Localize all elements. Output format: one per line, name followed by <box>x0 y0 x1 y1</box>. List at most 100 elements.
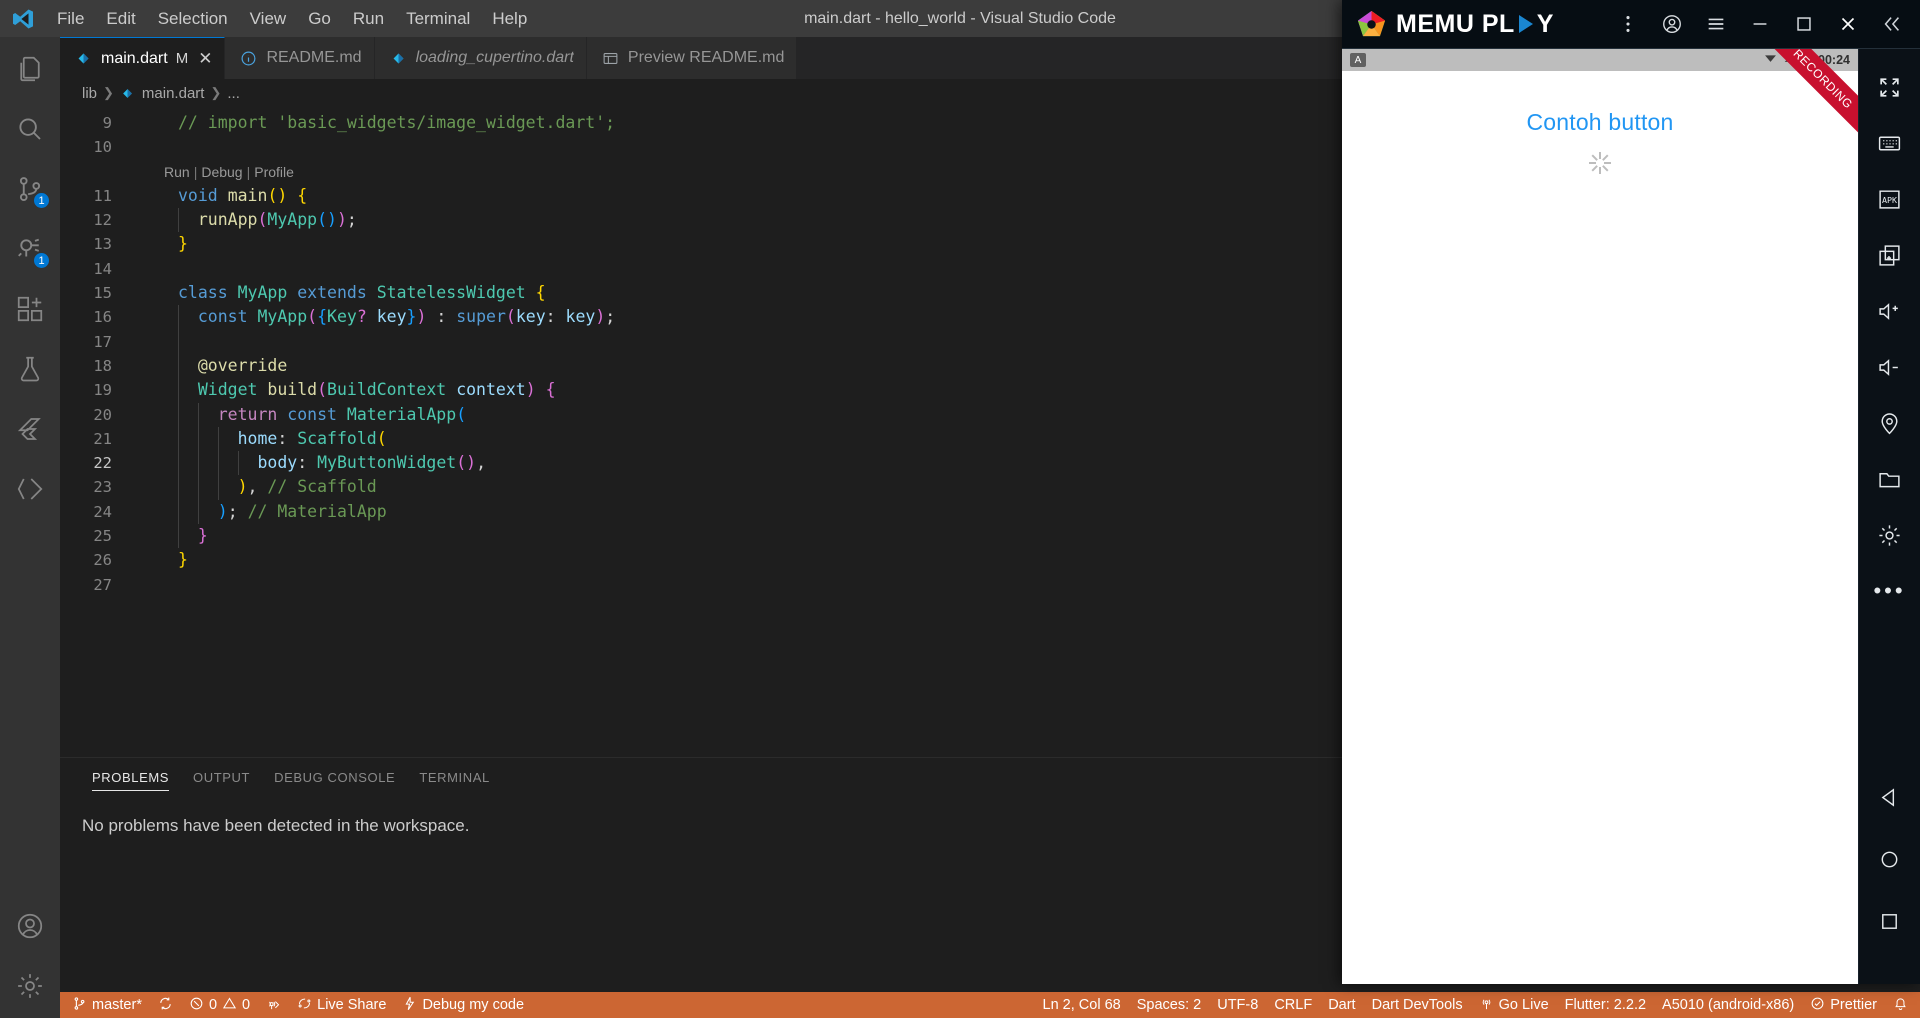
line-number: 27 <box>93 575 112 594</box>
account-icon[interactable] <box>1650 0 1694 49</box>
status-flutter-version[interactable]: Flutter: 2.2.2 <box>1557 992 1654 1018</box>
sidebar-item-run-and-debug[interactable]: 1 <box>0 221 60 281</box>
menu-help[interactable]: Help <box>481 5 538 33</box>
tab-readme-md[interactable]: README.md <box>225 37 375 79</box>
status-sync[interactable] <box>150 992 181 1018</box>
memu-pentagon-icon <box>1356 9 1387 40</box>
status-indentation[interactable]: Spaces: 2 <box>1129 992 1210 1018</box>
menu-go[interactable]: Go <box>297 5 342 33</box>
volume-up-icon[interactable] <box>1859 283 1920 339</box>
status-dart-devtools[interactable]: Dart DevTools <box>1364 992 1471 1018</box>
battery-icon <box>1800 51 1813 69</box>
debug-my-code-label: Debug my code <box>422 997 525 1013</box>
settings-gear-icon[interactable] <box>1859 507 1920 563</box>
menu-terminal[interactable]: Terminal <box>395 5 481 33</box>
menu-icon[interactable] <box>1694 0 1738 49</box>
sidebar-item-dart-devtools[interactable] <box>0 461 60 521</box>
close-icon[interactable]: ✕ <box>198 50 212 67</box>
status-debug-my-code[interactable]: Debug my code <box>394 992 532 1018</box>
tab-terminal[interactable]: TERMINAL <box>407 758 502 796</box>
menu-edit[interactable]: Edit <box>95 5 146 33</box>
status-problems[interactable]: 0 0 <box>181 992 258 1018</box>
memu-brand-suffix: Y <box>1536 9 1554 38</box>
manage-settings-button[interactable] <box>0 958 60 1018</box>
android-screen[interactable]: A 00:24 Contoh button RECORDING <box>1342 49 1858 984</box>
status-bar: master* 0 0 Live Share Debug my code Ln … <box>60 992 1920 1018</box>
code-line-text: Widget build(BuildContext context) { <box>197 380 556 400</box>
status-device[interactable]: A5010 (android-x86) <box>1654 992 1802 1018</box>
tab-output[interactable]: OUTPUT <box>181 758 262 796</box>
sidebar-item-search[interactable] <box>0 101 60 161</box>
multi-instance-icon[interactable] <box>1859 227 1920 283</box>
code-lens-run[interactable]: Run <box>164 160 190 184</box>
code-lens-separator: | <box>246 163 251 180</box>
tab-main-dart[interactable]: main.dart M ✕ <box>60 37 226 79</box>
minimize-icon[interactable] <box>1738 0 1782 49</box>
radio-tower-icon <box>266 996 281 1015</box>
volume-down-icon[interactable] <box>1859 339 1920 395</box>
menu-selection[interactable]: Selection <box>147 5 239 33</box>
line-number: 21 <box>93 429 112 448</box>
status-prettier[interactable]: Prettier <box>1802 992 1885 1018</box>
tab-debug-console[interactable]: DEBUG CONSOLE <box>262 758 407 796</box>
dart-devtools-icon <box>15 474 45 509</box>
sidebar-item-explorer[interactable] <box>0 41 60 101</box>
status-go-live[interactable]: Go Live <box>1471 992 1557 1018</box>
close-icon[interactable] <box>1826 0 1870 49</box>
fullscreen-icon[interactable] <box>1859 59 1920 115</box>
collapse-sidebar-icon[interactable] <box>1870 0 1914 49</box>
screen-root: File Edit Selection View Go Run Terminal… <box>0 0 1920 1018</box>
status-encoding[interactable]: UTF-8 <box>1209 992 1266 1018</box>
maximize-icon[interactable] <box>1782 0 1826 49</box>
breadcrumb-part-symbol[interactable]: ... <box>227 85 240 102</box>
sidebar-item-testing[interactable] <box>0 341 60 401</box>
memu-titlebar-buttons <box>1606 0 1914 49</box>
tab-preview-readme-md[interactable]: Preview README.md <box>586 37 798 79</box>
keyboard-icon[interactable] <box>1859 115 1920 171</box>
code-line-text: const MyApp({Key? key}) : super(key: key… <box>197 307 616 327</box>
info-icon <box>239 49 258 68</box>
more-vertical-icon[interactable] <box>1606 0 1650 49</box>
more-options-icon[interactable]: ••• <box>1859 563 1920 619</box>
status-radio-tower[interactable] <box>258 992 289 1018</box>
status-eol[interactable]: CRLF <box>1266 992 1320 1018</box>
line-number: 10 <box>93 138 112 157</box>
sidebar-item-extensions[interactable] <box>0 281 60 341</box>
code-line-text: ); // MaterialApp <box>217 501 387 521</box>
menu-view[interactable]: View <box>239 5 298 33</box>
breadcrumb-part-file[interactable]: main.dart <box>142 85 205 102</box>
line-number: 11 <box>93 186 112 205</box>
contoh-button[interactable]: Contoh button <box>1526 109 1673 136</box>
apk-install-icon[interactable]: APK <box>1859 171 1920 227</box>
app-badge-icon: A <box>1350 53 1366 67</box>
accounts-button[interactable] <box>0 898 60 958</box>
status-branch[interactable]: master* <box>64 992 150 1018</box>
shared-folder-icon[interactable] <box>1859 451 1920 507</box>
status-language-mode[interactable]: Dart <box>1320 992 1363 1018</box>
status-notifications[interactable] <box>1885 992 1916 1018</box>
android-home-icon[interactable] <box>1859 828 1920 890</box>
breadcrumb-part-lib[interactable]: lib <box>82 85 97 102</box>
gear-icon <box>15 971 45 1006</box>
code-lens-debug[interactable]: Debug <box>201 160 242 184</box>
location-icon[interactable] <box>1859 395 1920 451</box>
sidebar-item-source-control[interactable]: 1 <box>0 161 60 221</box>
code-line-text: home: Scaffold( <box>237 428 387 448</box>
menu-run[interactable]: Run <box>342 5 395 33</box>
line-number: 20 <box>93 405 112 424</box>
menu-file[interactable]: File <box>46 5 95 33</box>
tab-problems[interactable]: PROBLEMS <box>80 758 181 796</box>
code-lens-profile[interactable]: Profile <box>254 160 294 184</box>
tab-loading-cupertino-dart[interactable]: loading_cupertino.dart <box>374 37 587 79</box>
android-recents-icon[interactable] <box>1859 890 1920 952</box>
status-live-share[interactable]: Live Share <box>289 992 394 1018</box>
chevron-right-icon: ❯ <box>103 85 114 100</box>
android-back-icon[interactable] <box>1859 766 1920 828</box>
code-line-text: class MyApp extends StatelessWidget { <box>178 283 546 303</box>
files-icon <box>15 54 45 89</box>
status-cursor-position[interactable]: Ln 2, Col 68 <box>1035 992 1129 1018</box>
source-control-icon <box>72 996 87 1015</box>
memu-brand-label: MEMU PL <box>1396 9 1515 38</box>
code-line-text <box>138 330 178 354</box>
sidebar-item-flutter[interactable] <box>0 401 60 461</box>
